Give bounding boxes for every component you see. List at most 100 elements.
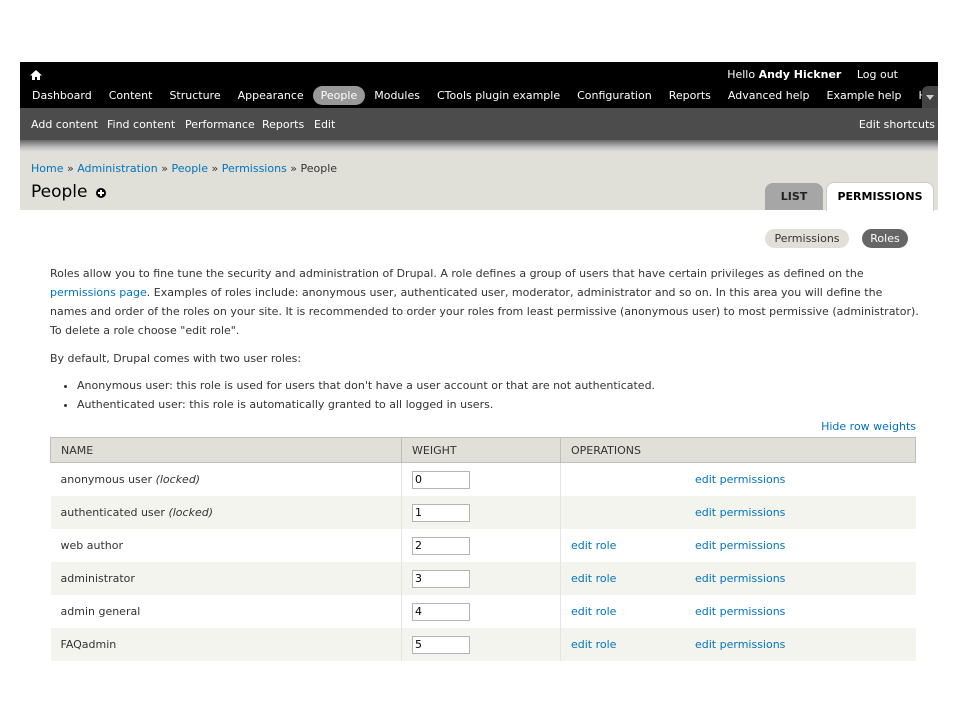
breadcrumb-administration[interactable]: Administration bbox=[77, 162, 158, 175]
breadcrumb-people[interactable]: People bbox=[171, 162, 208, 175]
role-name: anonymous user bbox=[60, 473, 153, 486]
shortcut-add-content[interactable]: Add content bbox=[31, 118, 98, 131]
secondary-tab-permissions[interactable]: Permissions bbox=[765, 229, 849, 248]
edit-role-link[interactable]: edit role bbox=[571, 539, 695, 552]
breadcrumb-separator: » bbox=[290, 162, 298, 175]
edit-permissions-link[interactable]: edit permissions bbox=[695, 638, 785, 651]
menu-item-configuration[interactable]: Configuration bbox=[569, 86, 660, 105]
shortcut-edit[interactable]: Edit bbox=[314, 118, 335, 131]
roles-table: NAME WEIGHT OPERATIONS anonymous user (l… bbox=[50, 437, 916, 661]
locked-note: (locked) bbox=[155, 473, 201, 486]
role-weight-cell bbox=[401, 595, 561, 628]
role-name: administrator bbox=[60, 572, 135, 585]
weight-input[interactable] bbox=[412, 536, 470, 555]
admin-toolbar: Hello Andy Hickner Log out Dashboard Con… bbox=[20, 62, 944, 108]
column-header-weight: WEIGHT bbox=[401, 437, 561, 463]
edit-role-link[interactable]: edit role bbox=[571, 572, 695, 585]
menu-item-modules[interactable]: Modules bbox=[366, 86, 428, 105]
locked-note: (locked) bbox=[168, 506, 213, 519]
weight-input[interactable] bbox=[412, 602, 470, 621]
role-name-cell: authenticated user (locked) bbox=[50, 496, 402, 529]
table-row: administrator edit roleedit permissions bbox=[50, 562, 916, 595]
role-weight-cell bbox=[401, 496, 561, 529]
menu-item-people[interactable]: People bbox=[312, 86, 366, 105]
table-row: web author edit roleedit permissions bbox=[50, 529, 916, 562]
operations-cell: edit permissions bbox=[560, 462, 916, 496]
weight-input[interactable] bbox=[412, 470, 470, 489]
hide-row-weights-link[interactable]: Hide row weights bbox=[821, 420, 916, 433]
help-paragraph-1: Roles allow you to fine tune the securit… bbox=[50, 264, 922, 340]
role-name: admin general bbox=[60, 605, 141, 618]
role-name-cell: anonymous user (locked) bbox=[50, 462, 402, 496]
help-text: Roles allow you to fine tune the securit… bbox=[50, 264, 922, 414]
menu-item-example-help[interactable]: Example help bbox=[819, 86, 910, 105]
greeting-prefix: Hello bbox=[727, 68, 756, 81]
menu-item-ctools-plugin-example[interactable]: CTools plugin example bbox=[429, 86, 568, 105]
edit-permissions-link[interactable]: edit permissions bbox=[695, 605, 785, 618]
edit-permissions-link[interactable]: edit permissions bbox=[695, 572, 785, 585]
operations-cell: edit role edit permissions bbox=[560, 562, 916, 595]
shortcut-find-content[interactable]: Find content bbox=[107, 118, 175, 131]
breadcrumb-home[interactable]: Home bbox=[31, 162, 63, 175]
weight-input[interactable] bbox=[412, 503, 470, 522]
role-name-cell: FAQadmin bbox=[50, 628, 402, 661]
weight-input[interactable] bbox=[412, 635, 470, 654]
edit-role-link[interactable]: edit role bbox=[571, 638, 695, 651]
role-weight-cell bbox=[401, 462, 561, 496]
default-roles-list: Anonymous user: this role is used for us… bbox=[50, 376, 922, 414]
tab-permissions[interactable]: PERMISSIONS bbox=[826, 182, 934, 211]
menu-item-advanced-help[interactable]: Advanced help bbox=[720, 86, 818, 105]
menu-item-reports[interactable]: Reports bbox=[661, 86, 719, 105]
toolbar-menu: Dashboard Content Structure Appearance P… bbox=[24, 86, 953, 105]
operations-cell: edit role edit permissions bbox=[560, 529, 916, 562]
operations-cell: edit role edit permissions bbox=[560, 595, 916, 628]
operations-cell: edit permissions bbox=[560, 496, 916, 529]
help-paragraph-2: By default, Drupal comes with two user r… bbox=[50, 352, 302, 365]
permissions-page-link[interactable]: permissions page bbox=[50, 286, 147, 299]
role-name: authenticated user bbox=[60, 506, 165, 519]
edit-role-link[interactable]: edit role bbox=[571, 605, 695, 618]
edit-permissions-link[interactable]: edit permissions bbox=[695, 473, 785, 486]
shortcut-performance[interactable]: Performance bbox=[185, 118, 255, 131]
weight-input[interactable] bbox=[412, 569, 470, 588]
toolbar-shadow bbox=[20, 140, 938, 152]
breadcrumb: Home » Administration » People » Permiss… bbox=[31, 162, 337, 175]
user-bar: Hello Andy Hickner Log out bbox=[727, 68, 898, 81]
user-name-link[interactable]: Andy Hickner bbox=[759, 68, 842, 81]
table-row: anonymous user (locked) edit permissions bbox=[50, 462, 916, 496]
edit-shortcuts-link[interactable]: Edit shortcuts bbox=[859, 118, 935, 131]
breadcrumb-permissions[interactable]: Permissions bbox=[222, 162, 287, 175]
role-weight-cell bbox=[401, 562, 561, 595]
menu-item-structure[interactable]: Structure bbox=[161, 86, 228, 105]
page-header: Home » Administration » People » Permiss… bbox=[20, 152, 938, 211]
shortcuts-bar: Add content Find content Performance Rep… bbox=[20, 108, 938, 140]
role-weight-cell bbox=[401, 628, 561, 661]
role-name-cell: administrator bbox=[50, 562, 402, 595]
role-name: web author bbox=[60, 539, 124, 552]
table-header-row: NAME WEIGHT OPERATIONS bbox=[50, 437, 916, 463]
operations-cell: edit role edit permissions bbox=[560, 628, 916, 661]
shortcut-reports[interactable]: Reports bbox=[262, 118, 304, 131]
column-header-name: NAME bbox=[50, 437, 402, 463]
edit-permissions-link[interactable]: edit permissions bbox=[695, 506, 785, 519]
list-item: Anonymous user: this role is used for us… bbox=[77, 376, 922, 395]
shortcuts-drawer-toggle[interactable] bbox=[922, 86, 938, 108]
menu-item-dashboard[interactable]: Dashboard bbox=[24, 86, 100, 105]
role-weight-cell bbox=[401, 529, 561, 562]
column-header-operations: OPERATIONS bbox=[560, 437, 916, 463]
page-title: People bbox=[31, 182, 88, 202]
logout-link[interactable]: Log out bbox=[857, 68, 898, 81]
secondary-tab-roles[interactable]: Roles bbox=[862, 229, 908, 248]
menu-item-content[interactable]: Content bbox=[101, 86, 161, 105]
breadcrumb-current: People bbox=[300, 162, 338, 175]
breadcrumb-separator: » bbox=[161, 162, 168, 175]
breadcrumb-separator: » bbox=[66, 162, 74, 175]
table-row: authenticated user (locked) edit permiss… bbox=[50, 496, 916, 529]
tab-list[interactable]: LIST bbox=[765, 183, 823, 210]
role-name-cell: web author bbox=[50, 529, 402, 562]
breadcrumb-separator: » bbox=[211, 162, 219, 175]
home-icon[interactable] bbox=[29, 68, 43, 82]
add-shortcut-icon[interactable] bbox=[96, 188, 106, 198]
edit-permissions-link[interactable]: edit permissions bbox=[695, 539, 785, 552]
menu-item-appearance[interactable]: Appearance bbox=[230, 86, 312, 105]
